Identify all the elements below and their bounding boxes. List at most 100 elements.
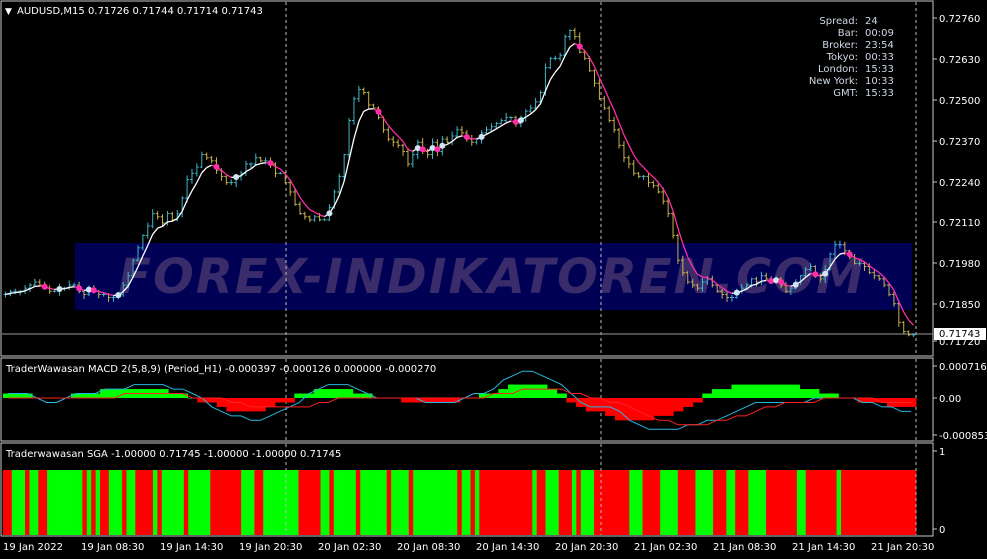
- sell-signal-dot: [376, 109, 382, 115]
- sga-bar-down: [219, 470, 224, 535]
- sga-bar-down: [607, 470, 612, 535]
- sga-header: Traderwawasan SGA -1.00000 0.71745 -1.00…: [5, 449, 341, 460]
- trail-up-segment: [10, 293, 15, 294]
- macd-hist-negative-bar: [401, 398, 411, 402]
- buy-signal-dot: [56, 286, 62, 292]
- price-panel[interactable]: FOREX-INDIKATOREN.COM ▼ AUDUSD,M15 0.717…: [1, 1, 933, 356]
- sga-bar-down: [678, 470, 683, 535]
- macd-hist-positive-bar: [537, 385, 547, 398]
- trail-up-segment: [69, 287, 74, 288]
- sga-bar-up: [422, 470, 427, 535]
- sga-bar-up: [131, 470, 136, 535]
- sga-bar-up: [246, 470, 251, 535]
- sga-bar-up: [373, 470, 378, 535]
- sga-bar-up: [762, 470, 767, 535]
- sga-bar-up: [629, 470, 634, 535]
- sga-bar-down: [228, 470, 233, 535]
- sga-bar-down: [82, 470, 87, 535]
- sell-signal-dot: [42, 284, 48, 290]
- sga-bar-down: [576, 470, 581, 535]
- price-tick-label: 0.72630: [939, 55, 980, 66]
- price-tick: 0.72630: [933, 55, 980, 66]
- price-tick-label: 0.71980: [939, 259, 980, 270]
- sga-bar-up: [343, 470, 348, 535]
- sga-bar-down: [894, 470, 899, 535]
- buy-signal-dot: [233, 174, 239, 180]
- sga-bar-down: [3, 470, 8, 535]
- sga-bar-up: [365, 470, 370, 535]
- sga-bar-up: [56, 470, 61, 535]
- sell-signal-dot: [464, 134, 470, 140]
- sga-bar-down: [810, 470, 815, 535]
- macd-hist-positive-bar: [741, 385, 751, 398]
- sga-bar-up: [448, 470, 453, 535]
- sga-bar-up: [554, 470, 559, 535]
- time-label: 20 Jan 02:30: [318, 542, 381, 553]
- sga-bar-down: [687, 470, 692, 535]
- sga-bar-up: [179, 470, 184, 535]
- sga-bar-up: [351, 470, 356, 535]
- sga-bar-up: [837, 470, 842, 535]
- macd-hist-positive-bar: [819, 394, 829, 398]
- sga-bar-up: [391, 470, 396, 535]
- sga-bar-up: [431, 470, 436, 535]
- info-value: 23:54: [865, 40, 894, 51]
- macd-tick: 0.000716: [933, 362, 987, 373]
- macd-tick: -0.000853: [933, 431, 987, 442]
- sga-bar-down: [850, 470, 855, 535]
- sga-bar-down: [506, 470, 511, 535]
- macd-hist-positive-bar: [343, 389, 353, 398]
- sga-bar-down: [744, 470, 749, 535]
- sga-bar-down: [479, 470, 484, 535]
- sga-bar-down: [515, 470, 520, 535]
- sga-bar-down: [43, 470, 48, 535]
- sga-bar-up: [704, 470, 709, 535]
- time-label: 21 Jan 20:30: [871, 542, 934, 553]
- dropdown-arrow-icon[interactable]: ▼: [5, 7, 12, 17]
- sga-bar-down: [788, 470, 793, 535]
- sga-bar-down: [598, 470, 603, 535]
- sga-bar-down: [863, 470, 868, 535]
- time-label: 21 Jan 14:30: [792, 542, 855, 553]
- price-axis[interactable]: 0.72760 0.72630 0.72500 0.72370 0.72240 …: [933, 14, 986, 348]
- sga-bar-up: [12, 470, 17, 535]
- macd-hist-negative-bar: [877, 398, 887, 402]
- sga-bar-down: [625, 470, 630, 535]
- chart-canvas[interactable]: FOREX-INDIKATOREN.COM ▼ AUDUSD,M15 0.717…: [0, 0, 987, 555]
- sga-tick-label: 0: [939, 525, 945, 536]
- buy-signal-dot: [326, 210, 332, 216]
- sga-bar-down: [232, 470, 237, 535]
- sga-bar-up: [21, 470, 26, 535]
- sga-bar-up: [404, 470, 409, 535]
- macd-hist-positive-bar: [790, 385, 800, 398]
- sga-bar-up: [268, 470, 273, 535]
- price-tick-label: 0.72240: [939, 178, 980, 189]
- sga-bar-down: [559, 470, 564, 535]
- macd-hist-positive-bar: [722, 389, 732, 398]
- sga-bar-down: [409, 470, 414, 535]
- time-axis[interactable]: 19 Jan 2022 19 Jan 08:30 19 Jan 14:30 19…: [3, 542, 934, 553]
- sga-bar-up: [162, 470, 167, 535]
- macd-hist-positive-bar: [304, 394, 314, 398]
- sga-bar-up: [193, 470, 198, 535]
- macd-hist-negative-bar: [683, 398, 693, 407]
- sga-bar-up: [726, 470, 731, 535]
- sga-bar-down: [779, 470, 784, 535]
- macd-hist-positive-bar: [3, 394, 13, 398]
- sga-bar-up: [290, 470, 295, 535]
- buy-signal-dot: [518, 117, 524, 123]
- sga-bar-up: [126, 470, 131, 535]
- sga-bar-down: [299, 470, 304, 535]
- sga-bar-down: [387, 470, 392, 535]
- price-tick: 0.72110: [933, 218, 980, 229]
- sga-bar-down: [563, 470, 568, 535]
- macd-panel[interactable]: TraderWawasan MACD 2(5,8,9) (Period_H1) …: [1, 358, 987, 442]
- sga-bar-down: [541, 470, 546, 535]
- sga-tick: 0: [933, 525, 945, 536]
- sga-bar-down: [859, 470, 864, 535]
- buy-signal-dot: [439, 143, 445, 149]
- sga-panel[interactable]: Traderwawasan SGA -1.00000 0.71745 -1.00…: [1, 443, 945, 536]
- symbol-header[interactable]: ▼ AUDUSD,M15 0.71726 0.71744 0.71714 0.7…: [5, 6, 263, 17]
- sga-bar-up: [700, 470, 705, 535]
- macd-hist-negative-bar: [285, 398, 295, 402]
